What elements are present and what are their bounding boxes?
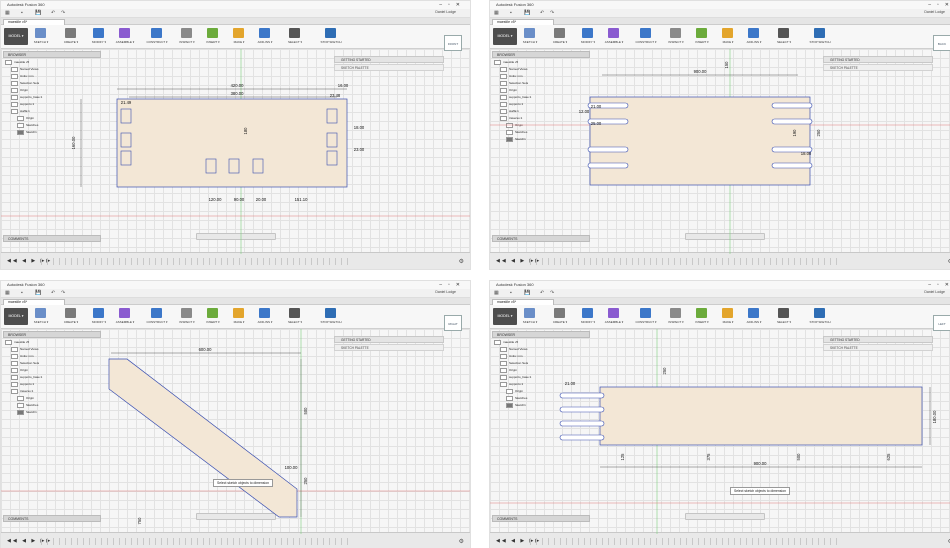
dimension-label: 250 [816, 129, 821, 137]
dimension-label: 20.00 [256, 197, 267, 202]
dimension-label: 23.48 [330, 93, 341, 98]
fusion-window-3: Autodesk Fusion 360 –▫✕ ▦ ▪ 💾 ↶ ↷ Daniel Lodge m… [0, 280, 471, 548]
sketch-profile [108, 358, 298, 518]
dimension-label: 125 [620, 453, 625, 461]
status-tooltip: Select sketch objects to dimension [730, 487, 791, 495]
dimension-label: 600.00 [199, 347, 212, 352]
dimension-label: 21.49 [121, 100, 132, 105]
sketch-geometry: 900.00 250 190 21.00 150 25.00 12.00 18.00 [490, 49, 950, 254]
status-tooltip: Select sketch objects to dimension [213, 479, 274, 487]
dimension-label: 420.00 [231, 83, 244, 88]
dimension-label: 625 [886, 453, 891, 461]
dimension-label: 900.00 [754, 461, 767, 466]
dimension-label: 90.00 [234, 197, 245, 202]
sketch-profile [116, 98, 348, 188]
slot-cutout [771, 162, 813, 169]
sketch-geometry: 600.00 100.00 500 250 750 [1, 329, 470, 534]
dimension-label: 380.00 [231, 91, 244, 96]
dimension-label: 250 [303, 477, 308, 485]
slot-cutout [587, 146, 629, 153]
sketch-geometry: 420.00 380.00 16.00 23.48 21.49 160.00 151.10 1… [1, 49, 470, 254]
slot-cutout [559, 392, 605, 399]
dimension-label: 18.00 [801, 151, 812, 156]
dimension-label: 160.00 [71, 136, 76, 149]
dimension-label: 750 [137, 517, 142, 525]
dimension-label: 18.00 [354, 125, 365, 130]
dimension-label: 151.10 [295, 197, 308, 202]
dimension-label: 12.00 [579, 109, 590, 114]
fusion-window-1: Autodesk Fusion 360 –▫✕ ▦ ▪ 💾 ↶ ↷ Daniel Lodge m… [0, 0, 471, 270]
sketch-profile [599, 386, 923, 446]
sketch-geometry: 900.00 180.00 21.00 250 125 375 500 625 [490, 329, 950, 534]
dimension-label: 150 [724, 61, 729, 69]
slot-cutout [587, 162, 629, 169]
slot-cutout [771, 102, 813, 109]
slot-cutout [559, 406, 605, 413]
fusion-window-4: Autodesk Fusion 360–▫✕▦▪💾↶↷Daniel Lodgem… [489, 280, 950, 548]
dimension-label: 900.00 [694, 69, 707, 74]
fusion-window-2: Autodesk Fusion 360–▫✕▦▪💾↶↷Daniel Lodgem… [489, 0, 950, 270]
dimension-label: 250 [662, 367, 667, 375]
dimension-label: 180.00 [932, 410, 937, 423]
slot-cutout [559, 420, 605, 427]
dimension-label: 23.00 [354, 147, 365, 152]
dimension-label: 16.00 [338, 83, 349, 88]
dimension-label: 100.00 [285, 465, 298, 470]
dimension-label: 120.00 [209, 197, 222, 202]
dimension-label: 180 [243, 127, 248, 135]
dimension-label: 500 [796, 453, 801, 461]
dimension-label: 25.00 [591, 121, 602, 126]
slot-cutout [559, 434, 605, 441]
dimension-label: 21.00 [565, 381, 576, 386]
dimension-label: 190 [792, 129, 797, 137]
dimension-label: 21.00 [591, 104, 602, 109]
slot-cutout [771, 118, 813, 125]
dimension-label: 500 [303, 407, 308, 415]
screenshot-grid: Autodesk Fusion 360 –▫✕ ▦ ▪ 💾 ↶ ↷ Daniel Lodge m… [0, 0, 950, 548]
sketch-profile [589, 96, 811, 186]
dimension-label: 375 [706, 453, 711, 461]
